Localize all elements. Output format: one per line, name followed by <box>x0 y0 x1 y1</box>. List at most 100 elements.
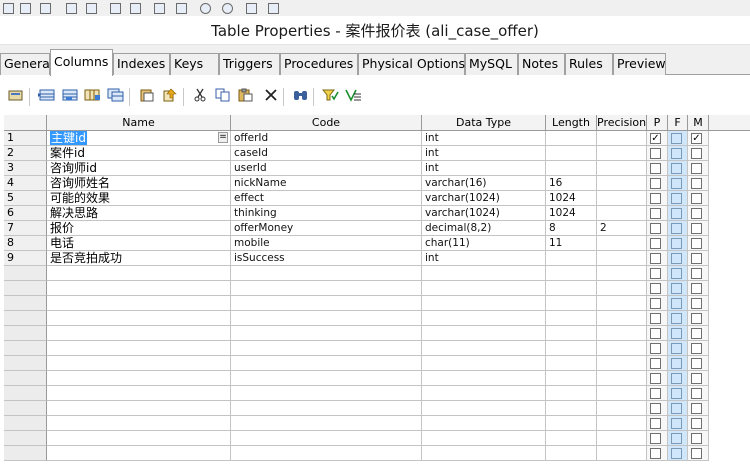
m-checkbox[interactable] <box>691 328 702 339</box>
cell-data-type[interactable] <box>422 296 546 311</box>
f-checkbox[interactable] <box>671 133 682 144</box>
cell-name[interactable] <box>47 416 231 431</box>
p-checkbox[interactable] <box>650 223 661 234</box>
cell-precision[interactable] <box>597 326 647 341</box>
p-checkbox[interactable] <box>650 328 661 339</box>
cell-p[interactable] <box>647 176 668 191</box>
cell-data-type[interactable] <box>422 341 546 356</box>
p-checkbox[interactable] <box>650 448 661 459</box>
column-header-length[interactable]: Length <box>546 115 597 131</box>
cell-name[interactable] <box>47 296 231 311</box>
p-checkbox[interactable] <box>650 268 661 279</box>
f-checkbox[interactable] <box>671 208 682 219</box>
m-checkbox[interactable] <box>691 403 702 414</box>
cell-length[interactable] <box>546 431 597 446</box>
cell-precision[interactable] <box>597 296 647 311</box>
table-row[interactable]: 5 可能的效果 effect varchar(1024) 1024 <box>4 191 750 206</box>
column-header-p[interactable]: P <box>647 115 668 131</box>
cell-name[interactable]: 案件id <box>47 146 231 161</box>
cell-length[interactable] <box>546 251 597 266</box>
cell-name[interactable] <box>47 401 231 416</box>
empty-row[interactable] <box>4 311 750 326</box>
cell-name[interactable] <box>47 311 231 326</box>
name-edit-button[interactable]: = <box>218 132 228 143</box>
cell-m[interactable] <box>688 266 709 281</box>
cell-precision[interactable] <box>597 206 647 221</box>
column-header-name[interactable]: Name <box>47 115 231 131</box>
m-checkbox[interactable]: ✓ <box>691 133 702 144</box>
empty-row[interactable] <box>4 326 750 341</box>
empty-row[interactable] <box>4 431 750 446</box>
m-checkbox[interactable] <box>691 433 702 444</box>
cell-data-type[interactable] <box>422 326 546 341</box>
cell-m[interactable] <box>688 326 709 341</box>
cell-precision[interactable] <box>597 281 647 296</box>
p-checkbox[interactable] <box>650 433 661 444</box>
empty-row[interactable] <box>4 401 750 416</box>
f-checkbox[interactable] <box>671 253 682 264</box>
cell-data-type[interactable]: varchar(16) <box>422 176 546 191</box>
cell-name[interactable]: 可能的效果 <box>47 191 231 206</box>
cell-code[interactable]: offerId <box>231 131 422 146</box>
cell-f[interactable] <box>668 176 688 191</box>
cell-p[interactable] <box>647 371 668 386</box>
cell-data-type[interactable]: int <box>422 146 546 161</box>
empty-row[interactable] <box>4 386 750 401</box>
f-checkbox[interactable] <box>671 268 682 279</box>
cell-length[interactable] <box>546 131 597 146</box>
m-checkbox[interactable] <box>691 373 702 384</box>
column-header-f[interactable]: F <box>668 115 688 131</box>
cell-precision[interactable] <box>597 161 647 176</box>
cell-code[interactable]: effect <box>231 191 422 206</box>
cell-p[interactable] <box>647 401 668 416</box>
cell-precision[interactable] <box>597 236 647 251</box>
cell-f[interactable] <box>668 416 688 431</box>
cell-data-type[interactable] <box>422 371 546 386</box>
cell-length[interactable] <box>546 161 597 176</box>
delete-button[interactable] <box>261 87 280 106</box>
cell-precision[interactable] <box>597 416 647 431</box>
tab-physical-options[interactable]: Physical Options <box>358 53 465 75</box>
f-checkbox[interactable] <box>671 433 682 444</box>
cell-m[interactable] <box>688 311 709 326</box>
empty-row[interactable] <box>4 266 750 281</box>
cell-name[interactable] <box>47 386 231 401</box>
cell-m[interactable] <box>688 416 709 431</box>
cell-name[interactable] <box>47 356 231 371</box>
cell-data-type[interactable] <box>422 281 546 296</box>
cell-m[interactable] <box>688 296 709 311</box>
p-checkbox[interactable] <box>650 163 661 174</box>
m-checkbox[interactable] <box>691 148 702 159</box>
filter-button[interactable] <box>321 87 340 106</box>
cell-f[interactable] <box>668 146 688 161</box>
cell-data-type[interactable] <box>422 431 546 446</box>
table-row[interactable]: 6 解决思路 thinking varchar(1024) 1024 <box>4 206 750 221</box>
cell-m[interactable] <box>688 176 709 191</box>
paste-button[interactable] <box>236 87 255 106</box>
table-row[interactable]: 3 咨询师id userId int <box>4 161 750 176</box>
cell-length[interactable] <box>546 266 597 281</box>
cell-precision[interactable]: 2 <box>597 221 647 236</box>
cell-length[interactable] <box>546 446 597 461</box>
cell-name[interactable]: 电话 <box>47 236 231 251</box>
cell-p[interactable] <box>647 236 668 251</box>
cell-length[interactable] <box>546 416 597 431</box>
copy-button[interactable] <box>213 87 232 106</box>
cell-data-type[interactable] <box>422 266 546 281</box>
customize-columns-button[interactable] <box>344 87 363 106</box>
cell-code[interactable] <box>231 266 422 281</box>
cell-length[interactable] <box>546 371 597 386</box>
cell-m[interactable] <box>688 146 709 161</box>
cell-precision[interactable] <box>597 266 647 281</box>
cell-data-type[interactable] <box>422 401 546 416</box>
p-checkbox[interactable] <box>650 418 661 429</box>
cell-length[interactable]: 8 <box>546 221 597 236</box>
cell-code[interactable] <box>231 296 422 311</box>
cell-precision[interactable] <box>597 341 647 356</box>
cell-f[interactable] <box>668 356 688 371</box>
cell-p[interactable] <box>647 356 668 371</box>
m-checkbox[interactable] <box>691 283 702 294</box>
cell-p[interactable] <box>647 161 668 176</box>
cell-length[interactable] <box>546 341 597 356</box>
cell-name[interactable]: 咨询师姓名 <box>47 176 231 191</box>
